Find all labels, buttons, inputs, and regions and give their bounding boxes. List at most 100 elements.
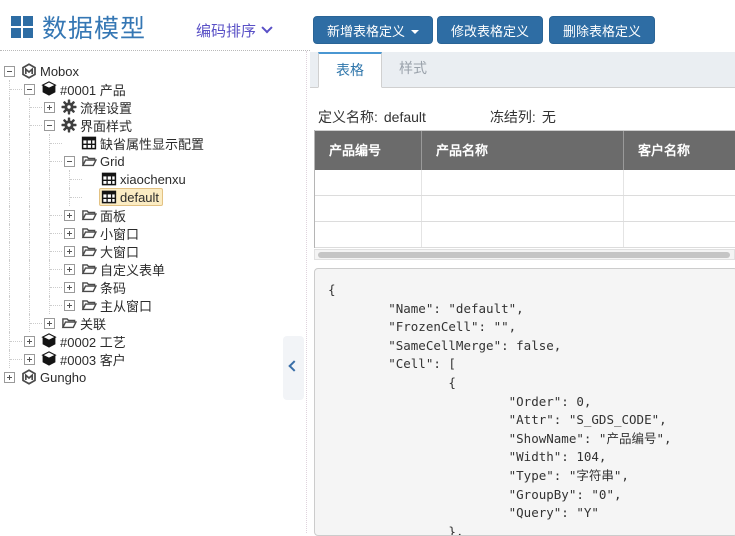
tree-expander-toggle[interactable] <box>64 246 75 257</box>
table-cell <box>624 196 735 221</box>
tree-expander-toggle[interactable] <box>64 210 75 221</box>
tree-item-label: #0003 客户 <box>60 350 126 369</box>
tree-expander-toggle[interactable] <box>64 264 75 275</box>
tree-expander-toggle <box>64 138 75 149</box>
tree-expander-toggle[interactable] <box>64 282 75 293</box>
tree-item-label: #0001 产品 <box>60 80 126 99</box>
collapse-panel-button[interactable] <box>283 336 304 400</box>
tree-item[interactable]: 主从窗口 <box>0 296 307 314</box>
tree-item[interactable]: 流程设置 <box>0 98 307 116</box>
tree-item[interactable]: #0001 产品 <box>0 80 307 98</box>
column-header[interactable]: 产品编号 <box>315 131 422 170</box>
tree-guide-line <box>9 206 10 224</box>
tree-item-label: 面板 <box>100 206 126 225</box>
tree-guide-line <box>50 143 62 144</box>
tree-item-label: 大窗口 <box>100 242 139 261</box>
horizontal-scrollbar[interactable] <box>314 249 735 260</box>
tree-item-label: 自定义表单 <box>100 260 165 279</box>
tree-guide-line <box>29 224 30 242</box>
definition-json-panel: { "Name": "default", "FrozenCell": "", "… <box>314 268 735 536</box>
tree-guide-line <box>9 314 10 332</box>
tree-item[interactable]: 界面样式 <box>0 116 307 134</box>
column-header[interactable]: 客户名称 <box>624 131 735 170</box>
table-cell <box>624 222 735 247</box>
tree-guide-line <box>9 170 10 188</box>
tree-expander-toggle[interactable] <box>64 156 75 167</box>
tab-inactive[interactable]: 样式 <box>382 52 444 88</box>
table-icon <box>101 171 117 187</box>
table-cell <box>315 196 422 221</box>
tree-guide-line <box>10 359 22 360</box>
tree-expander-toggle[interactable] <box>24 336 35 347</box>
page-title: 数据模型 <box>42 9 146 45</box>
tree-item[interactable]: #0002 工艺 <box>0 332 307 350</box>
tree-guide-line <box>29 188 30 206</box>
gear-icon <box>61 99 77 115</box>
table-icon <box>101 189 117 205</box>
tab-active[interactable]: 表格 <box>318 52 382 88</box>
tree-guide-line <box>70 197 82 198</box>
table-row <box>315 170 735 196</box>
frozen-column-label: 冻结列: <box>490 109 536 125</box>
scrollbar-thumb[interactable] <box>318 252 730 258</box>
mobox-logo-icon <box>21 369 37 385</box>
tree-guide-line <box>30 125 42 126</box>
tree-guide-line <box>9 98 10 116</box>
app-header: 数据模型 编码排序 新增表格定义修改表格定义删除表格定义 <box>0 0 735 51</box>
tree-item[interactable]: 小窗口 <box>0 224 307 242</box>
tree-item-label: 主从窗口 <box>100 296 152 315</box>
tree-expander-toggle[interactable] <box>64 228 75 239</box>
tree-item[interactable]: Mobox <box>0 62 307 80</box>
table-cell <box>624 170 735 195</box>
folder-icon <box>81 297 97 313</box>
chevron-down-icon <box>261 22 272 33</box>
tree-guide-line <box>49 170 50 188</box>
tree-guide-line <box>9 278 10 296</box>
tree-expander-toggle[interactable] <box>24 354 35 365</box>
tree-item[interactable]: Gungho <box>0 368 307 386</box>
tree-guide-line <box>29 260 30 278</box>
tree-guide-line <box>10 341 22 342</box>
tree-item[interactable]: #0003 客户 <box>0 350 307 368</box>
folder-icon <box>81 279 97 295</box>
tree-item[interactable]: 自定义表单 <box>0 260 307 278</box>
definition-name-value: default <box>384 109 426 125</box>
tree-item-label: 条码 <box>100 278 126 297</box>
detail-panel: 表格样式 定义名称:default冻结列:无 产品编号产品名称客户名称 { "N… <box>310 51 735 533</box>
tree-expander-toggle <box>84 174 95 185</box>
table-definition-button[interactable]: 删除表格定义 <box>549 16 655 44</box>
panel-splitter[interactable] <box>306 51 307 533</box>
tree-expander-toggle[interactable] <box>4 66 15 77</box>
tree-expander-toggle[interactable] <box>44 318 55 329</box>
table-definition-button[interactable]: 修改表格定义 <box>437 16 543 44</box>
tree-item-label: #0002 工艺 <box>60 332 126 351</box>
table-cell <box>315 170 422 195</box>
tree-expander-toggle[interactable] <box>44 120 55 131</box>
tree-item[interactable]: 条码 <box>0 278 307 296</box>
tree-guide-line <box>9 260 10 278</box>
definition-name-label: 定义名称: <box>318 109 378 125</box>
tree-item-label: 缺省属性显示配置 <box>100 134 204 153</box>
tree-expander-toggle[interactable] <box>4 372 15 383</box>
tree-guide-line <box>30 323 42 324</box>
tree-item-selected[interactable]: default <box>0 188 307 206</box>
tree-guide-line <box>9 242 10 260</box>
tree-guide-line <box>49 188 50 206</box>
sort-order-dropdown[interactable]: 编码排序 <box>196 20 271 41</box>
tree-item[interactable]: 关联 <box>0 314 307 332</box>
tree-item[interactable]: 大窗口 <box>0 242 307 260</box>
tree-item[interactable]: xiaochenxu <box>0 170 307 188</box>
tree-item[interactable]: 面板 <box>0 206 307 224</box>
tree-item[interactable]: Grid <box>0 152 307 170</box>
tree-expander-toggle[interactable] <box>24 84 35 95</box>
tree-guide-line <box>9 188 10 206</box>
tree-item-label: xiaochenxu <box>120 172 186 187</box>
tree-expander-toggle <box>84 192 95 203</box>
tree-item-label: Grid <box>100 154 125 169</box>
chevron-left-icon <box>288 360 299 371</box>
column-header[interactable]: 产品名称 <box>422 131 624 170</box>
tree-item[interactable]: 缺省属性显示配置 <box>0 134 307 152</box>
tree-expander-toggle[interactable] <box>64 300 75 311</box>
tree-expander-toggle[interactable] <box>44 102 55 113</box>
table-definition-button[interactable]: 新增表格定义 <box>313 16 433 44</box>
